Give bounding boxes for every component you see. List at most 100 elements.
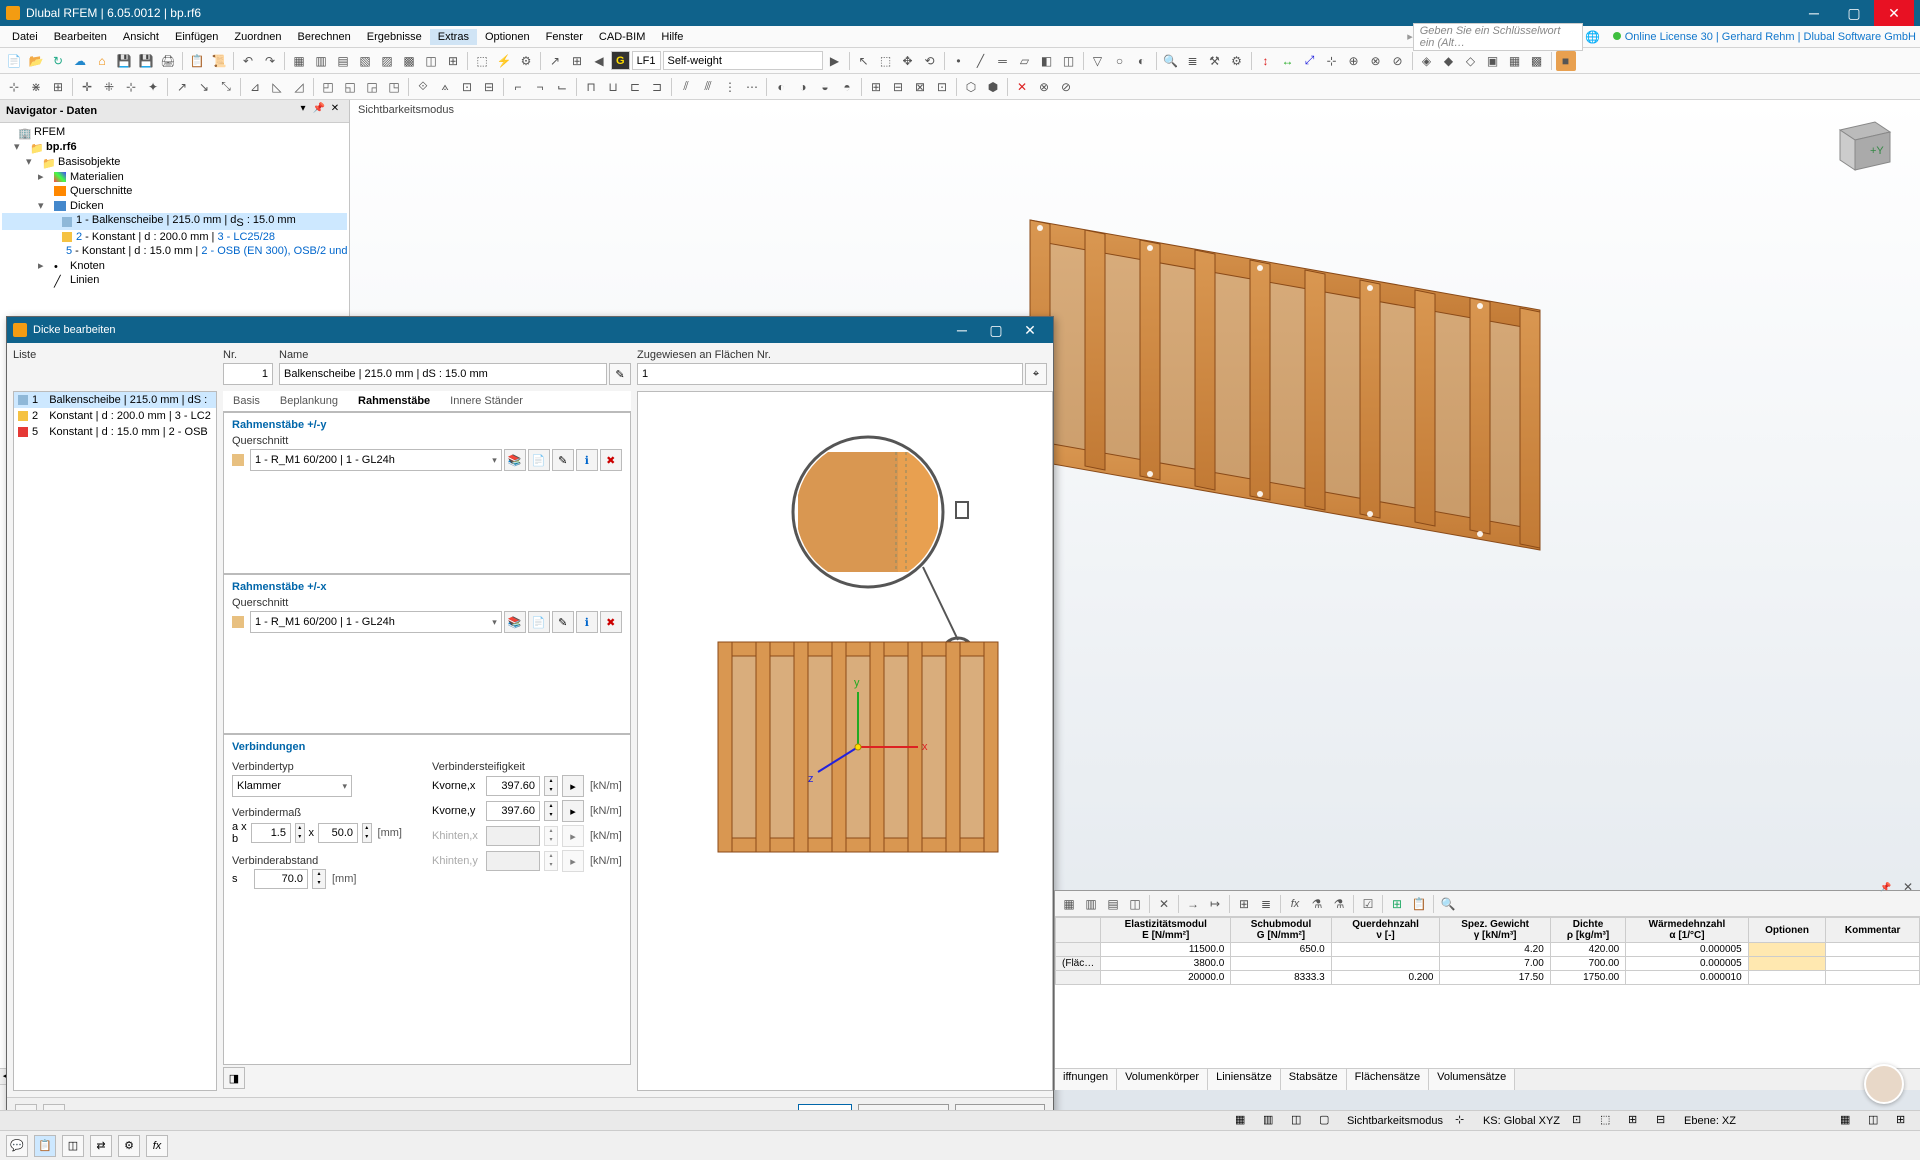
disp2-icon[interactable]: ◆ <box>1439 51 1459 71</box>
nav-menu-icon[interactable]: ▾ <box>295 103 311 119</box>
info-icon[interactable]: ℹ <box>576 449 598 471</box>
dt7-icon[interactable]: ↦ <box>1205 894 1225 914</box>
list-row-1[interactable]: 1 Balkenscheibe | 215.0 mm | dS : <box>14 392 216 408</box>
lib-icon[interactable]: 📚 <box>504 449 526 471</box>
fx-icon[interactable]: fx <box>1285 894 1305 914</box>
bb3-icon[interactable]: ◫ <box>62 1135 84 1157</box>
menu-einfuegen[interactable]: Einfügen <box>167 29 226 45</box>
layout8-icon[interactable]: ⊞ <box>443 51 463 71</box>
assign-pick-icon[interactable]: ⌖ <box>1025 363 1047 385</box>
querschnitt-y-combo[interactable]: 1 - R_M1 60/200 | 1 - GL24h <box>250 449 502 471</box>
t2-15-icon[interactable]: ◱ <box>340 77 360 97</box>
nr-input[interactable] <box>223 363 273 385</box>
edit2-icon[interactable]: ✎ <box>552 611 574 633</box>
list-row-5[interactable]: 5 Konstant | d : 15.0 mm | 2 - OSB <box>14 424 216 440</box>
minimize-button[interactable]: ─ <box>1794 0 1834 26</box>
tab-innere[interactable]: Innere Ständer <box>440 391 533 411</box>
nav-pin-icon[interactable]: 📌 <box>311 103 327 119</box>
tree-dicke-1[interactable]: 1 - Balkenscheibe | 215.0 mm | dS : 15.0… <box>2 213 347 230</box>
report-icon[interactable]: 📋 <box>187 51 207 71</box>
surface-icon[interactable]: ▱ <box>1015 51 1035 71</box>
node-icon[interactable]: • <box>949 51 969 71</box>
print-icon[interactable]: 🖨 <box>158 51 178 71</box>
dialog-close[interactable]: ✕ <box>1013 317 1047 343</box>
member-icon[interactable]: ═ <box>993 51 1013 71</box>
menu-ergebnisse[interactable]: Ergebnisse <box>359 29 430 45</box>
t2-2-icon[interactable]: ⋇ <box>26 77 46 97</box>
b-spinner[interactable]: ▴▾ <box>362 823 372 843</box>
b-input[interactable] <box>318 823 358 843</box>
edit-sec-icon[interactable]: ✎ <box>552 449 574 471</box>
t2-31-icon[interactable]: ⋮ <box>720 77 740 97</box>
disp3-icon[interactable]: ◇ <box>1461 51 1481 71</box>
t2-35-icon[interactable]: ◒ <box>815 77 835 97</box>
t2-25-icon[interactable]: ⊓ <box>581 77 601 97</box>
dtab-1[interactable]: Volumenkörper <box>1117 1069 1208 1090</box>
new-sec-icon[interactable]: 📄 <box>528 449 550 471</box>
t2-45-icon[interactable]: ⊘ <box>1056 77 1076 97</box>
sb1-icon[interactable]: ▦ <box>1235 1113 1251 1129</box>
t2-28-icon[interactable]: ⊐ <box>647 77 667 97</box>
filter2-icon[interactable]: ⚗ <box>1329 894 1349 914</box>
save-icon[interactable]: 💾 <box>114 51 134 71</box>
t2-14-icon[interactable]: ◰ <box>318 77 338 97</box>
maximize-button[interactable]: ▢ <box>1834 0 1874 26</box>
t2-44-icon[interactable]: ⊗ <box>1034 77 1054 97</box>
dtab-4[interactable]: Flächensätze <box>1347 1069 1429 1090</box>
back-icon[interactable]: ◀ <box>589 51 609 71</box>
name-edit-icon[interactable]: ✎ <box>609 363 631 385</box>
t2-9-icon[interactable]: ↘ <box>194 77 214 97</box>
close-button[interactable]: ✕ <box>1874 0 1914 26</box>
a-input[interactable] <box>251 823 291 843</box>
dtab-3[interactable]: Stabsätze <box>1281 1069 1347 1090</box>
dialog-minimize[interactable]: ─ <box>945 317 979 343</box>
menu-optionen[interactable]: Optionen <box>477 29 538 45</box>
dtab-2[interactable]: Liniensätze <box>1208 1069 1281 1090</box>
kvornex-input[interactable] <box>486 776 540 796</box>
dtab-0[interactable]: iffnungen <box>1055 1069 1117 1090</box>
menu-cadbim[interactable]: CAD-BIM <box>591 29 653 45</box>
rotate-icon[interactable]: ⟲ <box>920 51 940 71</box>
dt5-icon[interactable]: ✕ <box>1154 894 1174 914</box>
cb-icon[interactable]: ☑ <box>1358 894 1378 914</box>
t2-43-icon[interactable]: ✕ <box>1012 77 1032 97</box>
viewcube-icon[interactable]: +Y <box>1820 110 1900 180</box>
menu-bearbeiten[interactable]: Bearbeiten <box>46 29 115 45</box>
opening-icon[interactable]: ◫ <box>1059 51 1079 71</box>
t2-8-icon[interactable]: ↗ <box>172 77 192 97</box>
t2-11-icon[interactable]: ⊿ <box>245 77 265 97</box>
sb3-icon[interactable]: ◫ <box>1291 1113 1307 1129</box>
menu-ansicht[interactable]: Ansicht <box>115 29 167 45</box>
filter-icon[interactable]: ⚗ <box>1307 894 1327 914</box>
t2-19-icon[interactable]: ⟑ <box>435 77 455 97</box>
t2-18-icon[interactable]: ⟐ <box>413 77 433 97</box>
new-icon[interactable]: 📄 <box>4 51 24 71</box>
fwd-icon[interactable]: ▶ <box>825 51 845 71</box>
sb8-icon[interactable]: ⊞ <box>1628 1113 1644 1129</box>
t2-30-icon[interactable]: ⫻ <box>698 77 718 97</box>
dlg-bl-icon[interactable]: ◨ <box>223 1067 245 1089</box>
ky-spinner[interactable]: ▴▾ <box>544 801 558 821</box>
t2-16-icon[interactable]: ◲ <box>362 77 382 97</box>
t2-32-icon[interactable]: ⋯ <box>742 77 762 97</box>
render-icon[interactable]: ■ <box>1556 51 1576 71</box>
t2-39-icon[interactable]: ⊠ <box>910 77 930 97</box>
menu-berechnen[interactable]: Berechnen <box>290 29 359 45</box>
layout4-icon[interactable]: ▧ <box>355 51 375 71</box>
copy-icon[interactable]: 📋 <box>1409 894 1429 914</box>
info2-icon[interactable]: ℹ <box>576 611 598 633</box>
t2-1-icon[interactable]: ⊹ <box>4 77 24 97</box>
dialog-list[interactable]: 1 Balkenscheibe | 215.0 mm | dS : 2 Kons… <box>13 391 217 1091</box>
hinge-icon[interactable]: ○ <box>1110 51 1130 71</box>
s-input[interactable] <box>254 869 308 889</box>
menu-fenster[interactable]: Fenster <box>538 29 591 45</box>
dp-pin-icon[interactable]: 📌 <box>1876 877 1896 897</box>
grid-icon[interactable]: ⊞ <box>567 51 587 71</box>
t2-7-icon[interactable]: ✦ <box>143 77 163 97</box>
bb2-icon[interactable]: 📋 <box>34 1135 56 1157</box>
t2-38-icon[interactable]: ⊟ <box>888 77 908 97</box>
t2-4-icon[interactable]: ✛ <box>77 77 97 97</box>
t2-36-icon[interactable]: ◓ <box>837 77 857 97</box>
sb11-icon[interactable]: ◫ <box>1868 1113 1884 1129</box>
menu-hilfe[interactable]: Hilfe <box>653 29 691 45</box>
